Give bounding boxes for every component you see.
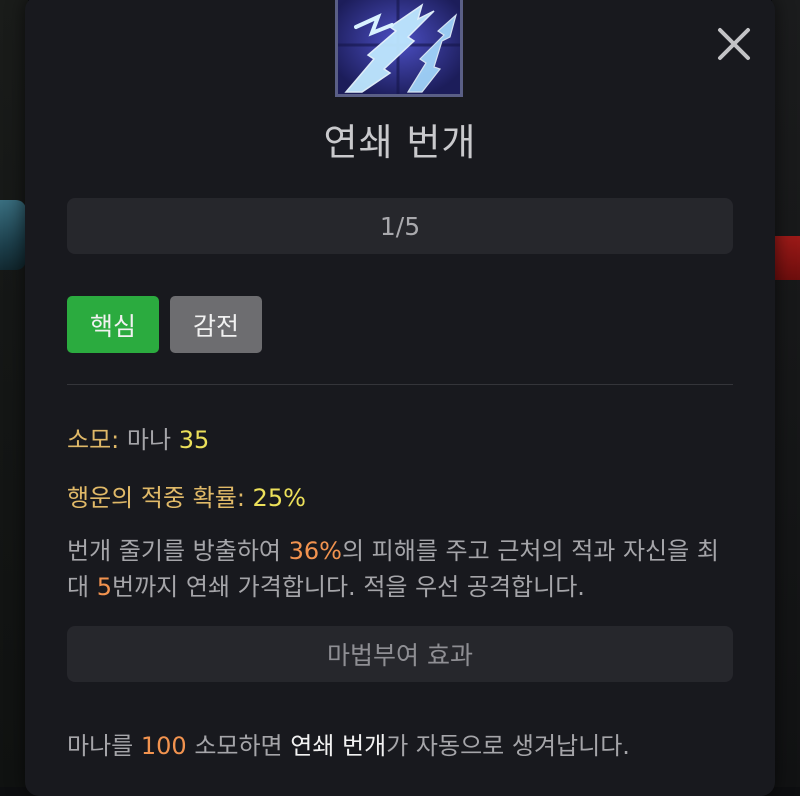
enchant-part2: 소모하면: [186, 732, 291, 760]
enchant-description: 마나를 100 소모하면 연쇄 번개가 자동으로 생겨납니다.: [67, 726, 747, 761]
skill-level: 1/5: [67, 198, 733, 254]
close-icon: [718, 28, 750, 60]
tag-shock: 감전: [170, 296, 262, 353]
cost-value: 35: [178, 426, 210, 454]
divider: [67, 384, 733, 385]
stat-lucky-hit: 행운의 적중 확률: 25%: [67, 478, 306, 513]
cost-text: 마나: [126, 426, 172, 454]
enchant-mana: 100: [140, 732, 187, 760]
desc-part3: 번까지 연쇄 가격합니다. 적을 우선 공격합니다.: [112, 573, 585, 601]
luck-label: 행운의 적중 확률:: [67, 484, 245, 512]
enchant-part1: 마나를: [67, 732, 141, 760]
tag-core: 핵심: [67, 296, 159, 353]
desc-bounces: 5: [96, 573, 112, 601]
skill-description: 번개 줄기를 방출하여 36%의 피해를 주고 근처의 적과 자신을 최대 5번…: [67, 533, 737, 605]
skill-title: 연쇄 번개: [323, 121, 477, 164]
background-red-decoration: [774, 236, 800, 280]
enchant-header: 마법부여 효과: [67, 626, 733, 682]
stat-cost: 소모: 마나 35: [67, 420, 209, 455]
chain-lightning-icon: [335, 0, 463, 97]
enchant-skill-name: 연쇄 번개: [290, 732, 387, 760]
enchant-part3: 가 자동으로 생겨납니다.: [386, 732, 630, 760]
desc-part1: 번개 줄기를 방출하여: [67, 537, 289, 565]
close-button[interactable]: [712, 22, 756, 66]
background-gem-decoration: [0, 200, 26, 270]
cost-label: 소모:: [67, 426, 120, 454]
luck-value: 25%: [252, 484, 306, 512]
desc-damage: 36%: [288, 537, 342, 565]
